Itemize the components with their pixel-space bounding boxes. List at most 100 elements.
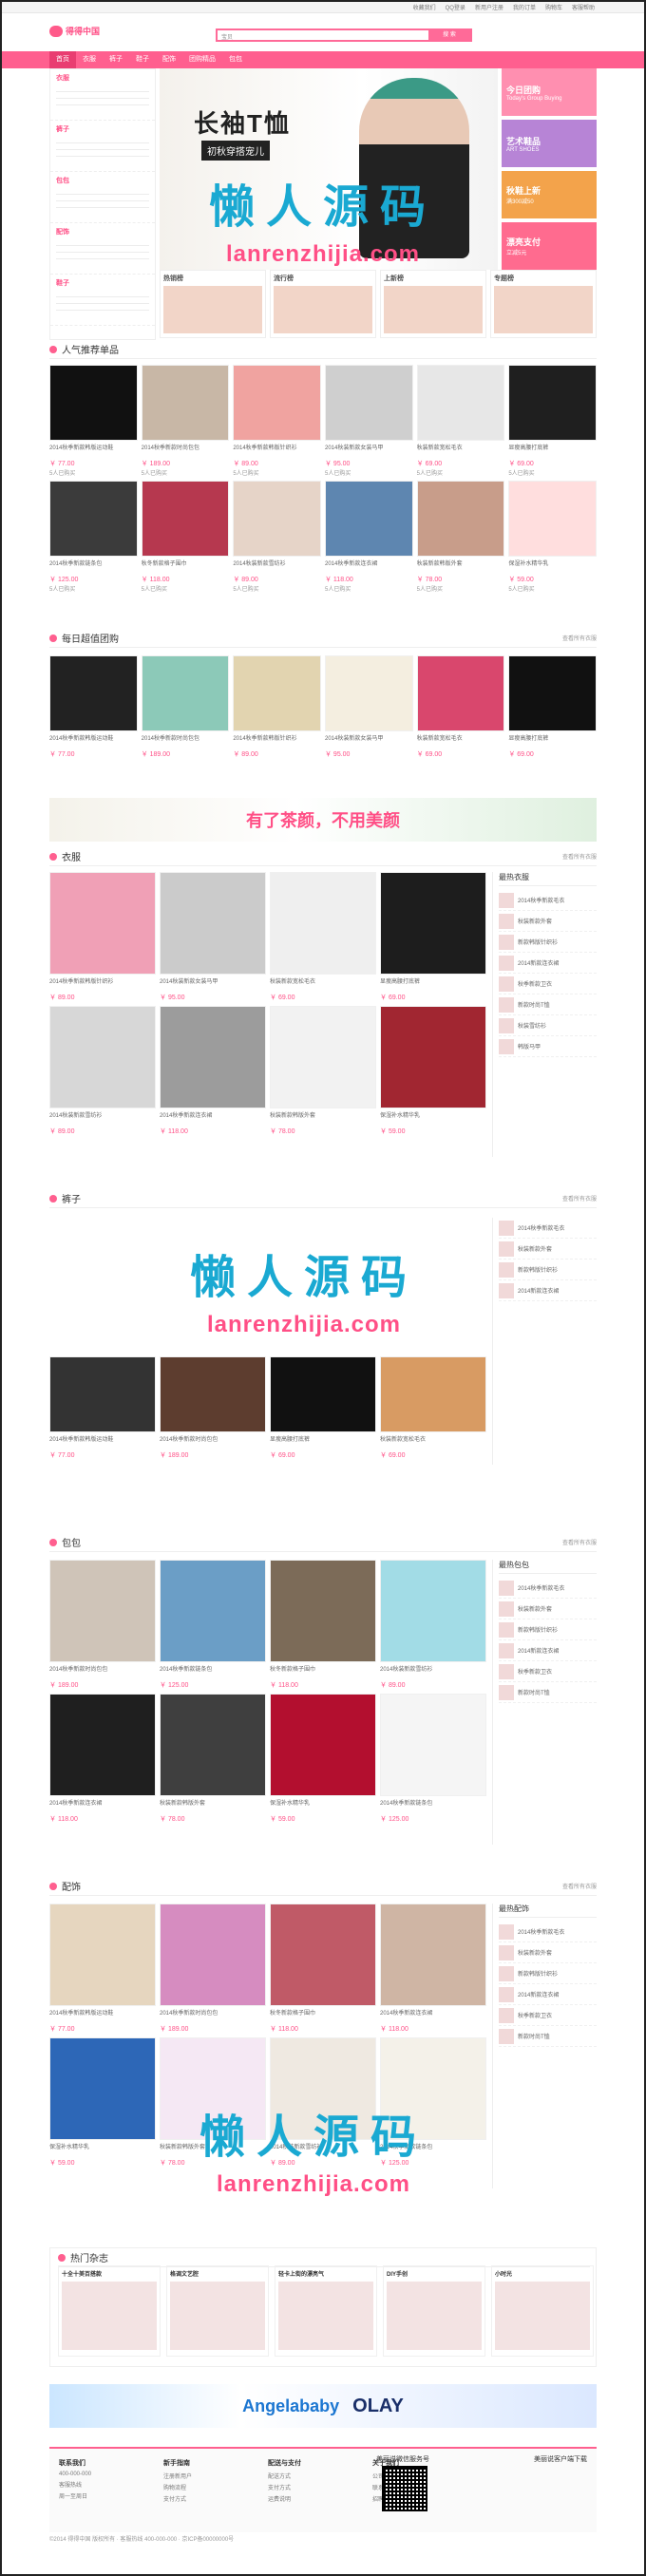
top-link-6[interactable]: 客服帮助 [572, 3, 595, 11]
top-link-1[interactable]: 收藏我们 [413, 3, 436, 11]
category-links[interactable] [56, 85, 149, 110]
search-box[interactable]: 宝贝 搜 索 [216, 28, 472, 42]
footer-link[interactable]: 支付方式 [163, 2494, 249, 2503]
product-card[interactable]: 显瘦高腰打底裤 ￥ 69.00 [270, 1356, 376, 1460]
product-card[interactable]: 显瘦高腰打底裤 ￥ 69.00 5人已购买 [508, 365, 597, 477]
product-card[interactable]: 2014秋季新款韩版运动鞋 ￥ 77.00 [49, 1904, 156, 2034]
product-card[interactable]: 保湿补水精华乳 ￥ 59.00 5人已购买 [508, 481, 597, 593]
product-card[interactable]: 2014秋季新款时尚包包 ￥ 189.00 [49, 1560, 156, 1690]
ad-new-shoes[interactable]: 秋鞋上新 满300减50 [502, 171, 597, 218]
product-card[interactable]: 秋装新款韩版外套 ￥ 78.00 [160, 2037, 266, 2168]
hot-card[interactable]: 小时光 [491, 2265, 594, 2357]
hot-card[interactable]: 轻卡上街的漂亮气 [275, 2265, 377, 2357]
footer-link[interactable]: 周一至周日 [59, 2491, 144, 2500]
rank-row[interactable]: 2014秋季新款毛衣 [499, 1218, 597, 1239]
ad-art-shoes[interactable]: 艺术鞋品 ART SHOES [502, 120, 597, 167]
nav-clothes[interactable]: 衣服 [76, 51, 103, 68]
product-card[interactable]: 秋装新款韩版外套 ￥ 78.00 [270, 1006, 376, 1136]
category-shoes[interactable]: 鞋子 [50, 275, 155, 326]
category-pants[interactable]: 裤子 [50, 121, 155, 172]
rank-row[interactable]: 2014秋季新款毛衣 [499, 1922, 597, 1942]
ad-pay[interactable]: 漂亮支付 立减5元 [502, 222, 597, 270]
category-links[interactable] [56, 239, 149, 264]
product-card[interactable]: 秋冬新款格子围巾 ￥ 118.00 [270, 1560, 376, 1690]
product-card[interactable]: 显瘦高腰打底裤 ￥ 69.00 [380, 872, 486, 1002]
product-card[interactable]: 2014秋季新款连衣裙 ￥ 118.00 [49, 1694, 156, 1824]
product-card[interactable]: 2014秋季新款时尚包包 ￥ 189.00 5人已购买 [141, 365, 230, 477]
rank-row[interactable]: 新款时尚T恤 [499, 2026, 597, 2047]
product-card[interactable]: 2014秋季新款连衣裙 ￥ 118.00 5人已购买 [324, 481, 413, 593]
nav-group-buy[interactable]: 团购精品 [182, 51, 222, 68]
product-card[interactable]: 秋装新款宽松毛衣 ￥ 69.00 [270, 872, 376, 1002]
product-card[interactable]: 2014秋装新款女装马甲 ￥ 95.00 [324, 655, 413, 759]
product-card[interactable]: 秋冬新款格子围巾 ￥ 118.00 [270, 1904, 376, 2034]
product-card[interactable]: 2014秋装新款女装马甲 ￥ 95.00 [160, 872, 266, 1002]
rank-row[interactable]: 秋季新款卫衣 [499, 2005, 597, 2026]
tea-promo-banner[interactable]: 有了茶颜，不用美颜 [49, 798, 597, 842]
top-link-4[interactable]: 我的订单 [513, 3, 536, 11]
product-card[interactable]: 2014秋装新款女装马甲 ￥ 95.00 5人已购买 [324, 365, 413, 477]
footer-link[interactable]: 运费说明 [268, 2494, 353, 2503]
hot-card[interactable]: DIY手创 [383, 2265, 485, 2357]
rank-row[interactable]: 新款韩版针织衫 [499, 932, 597, 953]
category-links[interactable] [56, 291, 149, 315]
more-link[interactable]: 查看所有衣服 [562, 1538, 597, 1546]
product-card[interactable]: 秋装新款宽松毛衣 ￥ 69.00 [416, 655, 505, 759]
rank-card[interactable]: 上新榜 [380, 270, 486, 338]
rank-row[interactable]: 秋季新款卫衣 [499, 1661, 597, 1682]
product-card[interactable]: 2014秋季新款链条包 ￥ 125.00 [380, 1694, 486, 1824]
product-card[interactable]: 2014秋季新款链条包 ￥ 125.00 [380, 2037, 486, 2168]
product-card[interactable]: 2014秋季新款链条包 ￥ 125.00 5人已购买 [49, 481, 138, 593]
rank-row[interactable]: 2014新款连衣裙 [499, 953, 597, 974]
category-accessories[interactable]: 配饰 [50, 223, 155, 275]
product-card[interactable]: 2014秋季新款链条包 ￥ 125.00 [160, 1560, 266, 1690]
nav-bags[interactable]: 包包 [222, 51, 249, 68]
app-download-title[interactable]: 美丽说客户端下载 [534, 2454, 587, 2464]
more-link[interactable]: 查看所有衣服 [562, 1882, 597, 1890]
more-link[interactable]: 查看所有衣服 [562, 634, 597, 642]
rank-row[interactable]: 韩版马甲 [499, 1036, 597, 1057]
footer-link[interactable]: 购物流程 [163, 2483, 249, 2491]
rank-row[interactable]: 2014秋季新款毛衣 [499, 890, 597, 911]
rank-row[interactable]: 秋装新款外套 [499, 1942, 597, 1963]
product-card[interactable]: 2014秋季新款韩版针织衫 ￥ 89.00 [49, 872, 156, 1002]
product-card[interactable]: 2014秋装新款雪纺衫 ￥ 89.00 5人已购买 [233, 481, 321, 593]
footer-link[interactable]: 支付方式 [268, 2483, 353, 2491]
product-card[interactable]: 2014秋装新款雪纺衫 ￥ 89.00 [380, 1560, 486, 1690]
category-bags[interactable]: 包包 [50, 172, 155, 223]
product-card[interactable]: 保湿补水精华乳 ￥ 59.00 [49, 2037, 156, 2168]
hero-banner[interactable]: 长袖T恤 初秋穿搭宠儿 [160, 68, 498, 270]
product-card[interactable]: 2014秋季新款时尚包包 ￥ 189.00 [141, 655, 230, 759]
product-card[interactable]: 秋装新款韩版外套 ￥ 78.00 5人已购买 [416, 481, 505, 593]
nav-shoes[interactable]: 鞋子 [129, 51, 156, 68]
more-link[interactable]: 查看所有衣服 [562, 1194, 597, 1203]
product-card[interactable]: 2014秋季新款时尚包包 ￥ 189.00 [160, 1904, 266, 2034]
category-links[interactable] [56, 137, 149, 161]
product-card[interactable]: 秋冬新款格子围巾 ￥ 118.00 5人已购买 [141, 481, 230, 593]
product-card[interactable]: 2014秋季新款韩版针织衫 ￥ 89.00 5人已购买 [233, 365, 321, 477]
rank-row[interactable]: 秋装新款外套 [499, 1599, 597, 1619]
footer-link[interactable]: 注册新用户 [163, 2472, 249, 2480]
rank-row[interactable]: 秋装新款外套 [499, 911, 597, 932]
product-card[interactable]: 2014秋季新款韩版运动鞋 ￥ 77.00 [49, 1356, 156, 1460]
product-card[interactable]: 秋装新款宽松毛衣 ￥ 69.00 [380, 1356, 486, 1460]
rank-row[interactable]: 2014新款连衣裙 [499, 1640, 597, 1661]
product-card[interactable]: 2014秋季新款韩版运动鞋 ￥ 77.00 5人已购买 [49, 365, 138, 477]
site-logo[interactable]: 得得中国 [49, 25, 100, 37]
footer-link[interactable]: 配送方式 [268, 2472, 353, 2480]
product-card[interactable]: 保湿补水精华乳 ￥ 59.00 [380, 1006, 486, 1136]
product-card[interactable]: 2014秋季新款韩版运动鞋 ￥ 77.00 [49, 655, 138, 759]
top-link-3[interactable]: 新用户注册 [475, 3, 504, 11]
product-card[interactable]: 2014秋装新款雪纺衫 ￥ 89.00 [49, 1006, 156, 1136]
rank-row[interactable]: 秋季新款卫衣 [499, 974, 597, 994]
nav-accessories[interactable]: 配饰 [156, 51, 182, 68]
rank-row[interactable]: 2014秋季新款毛衣 [499, 1578, 597, 1599]
bottom-ad-banner[interactable]: Angelababy OLAY [49, 2384, 597, 2428]
product-card[interactable]: 秋装新款宽松毛衣 ￥ 69.00 5人已购买 [416, 365, 505, 477]
footer-link[interactable]: 400-000-000 [59, 2472, 144, 2477]
rank-card[interactable]: 流行榜 [270, 270, 376, 338]
rank-row[interactable]: 新款韩版针织衫 [499, 1963, 597, 1984]
product-card[interactable]: 2014秋季新款时尚包包 ￥ 189.00 [160, 1356, 266, 1460]
rank-row[interactable]: 2014新款连衣裙 [499, 1984, 597, 2005]
product-card[interactable]: 2014秋季新款韩版针织衫 ￥ 89.00 [233, 655, 321, 759]
